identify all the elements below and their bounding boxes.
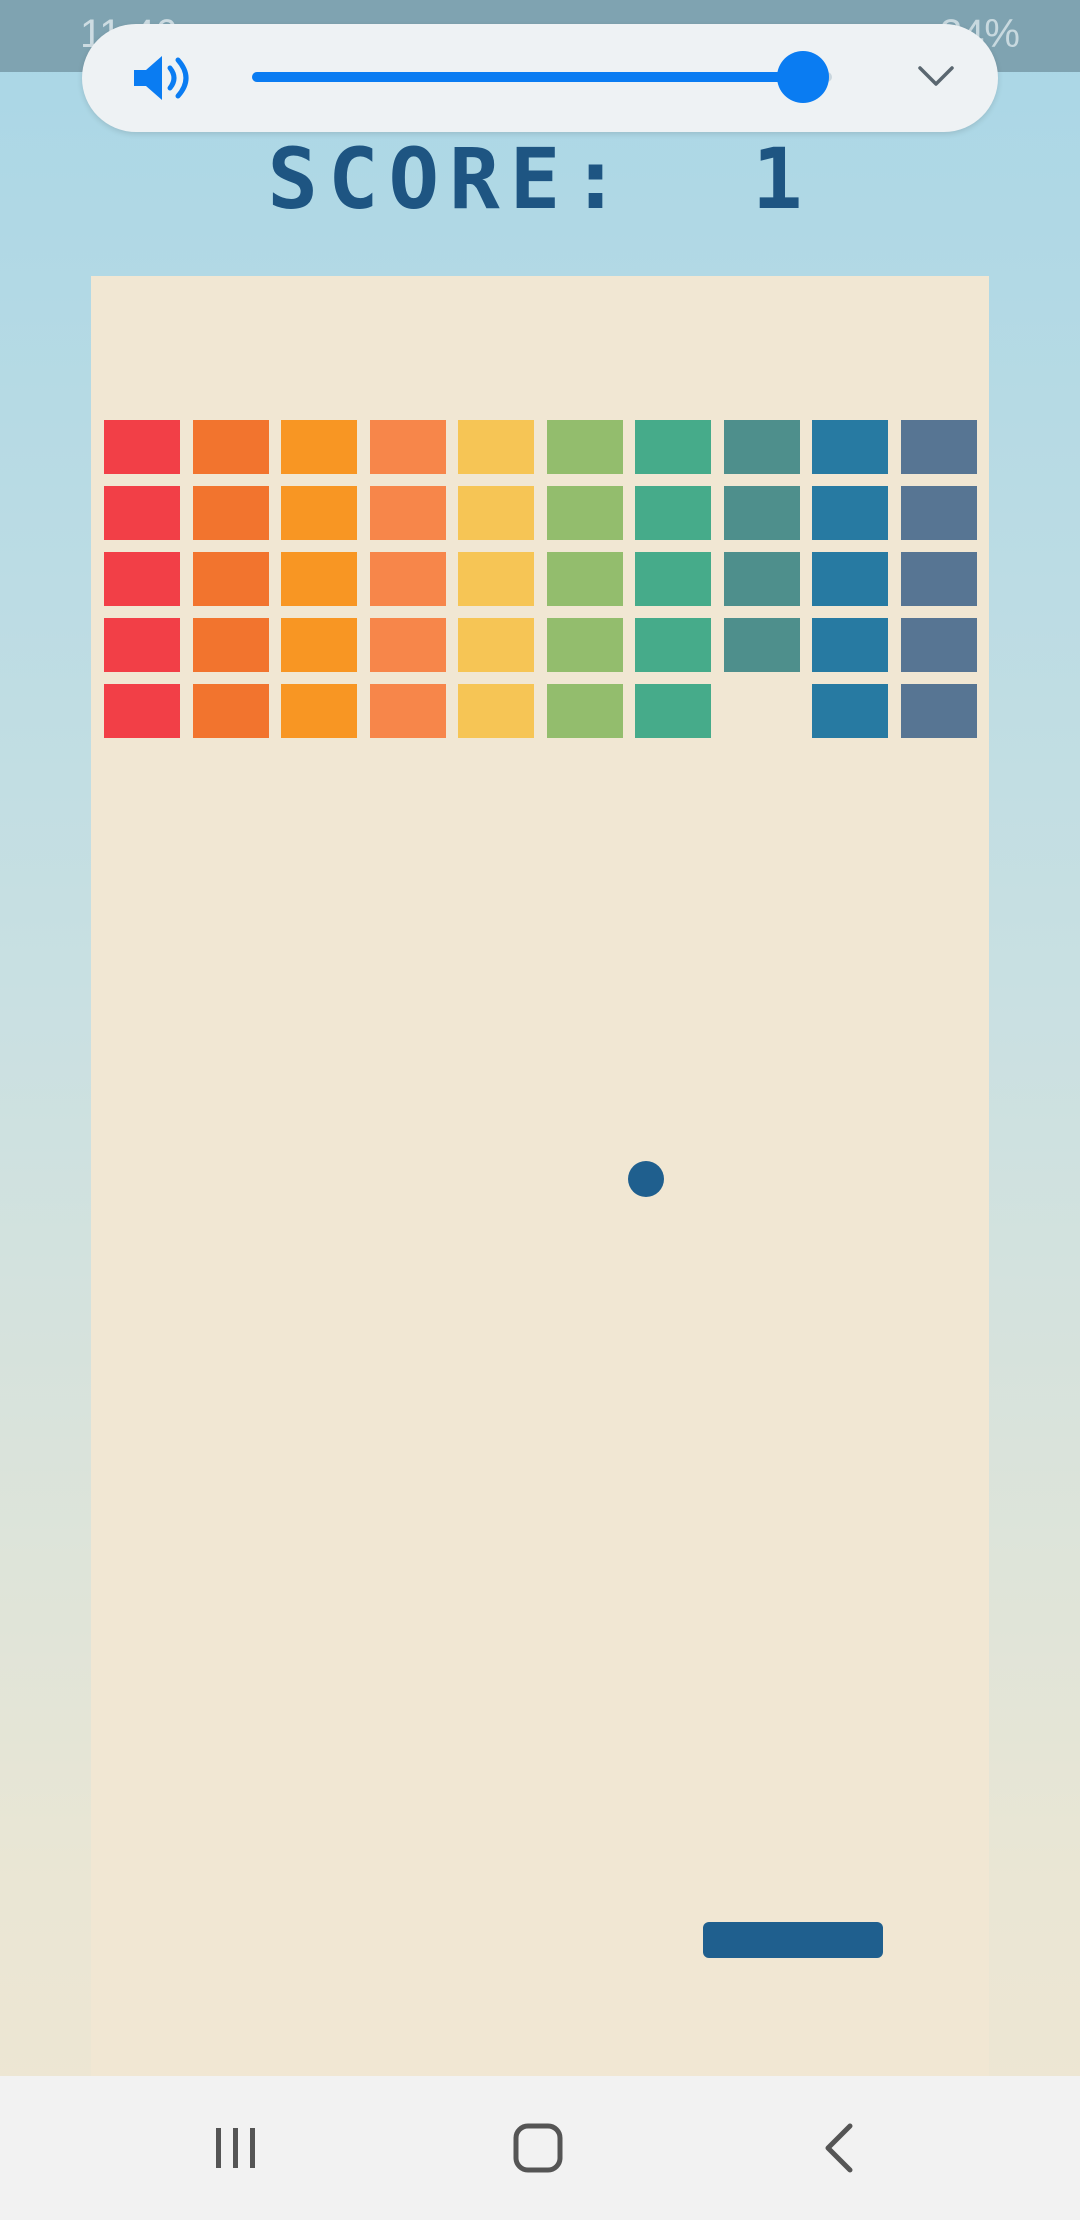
- brick: [635, 420, 711, 474]
- brick: [192, 486, 269, 540]
- brick: [635, 552, 711, 606]
- brick: [458, 486, 534, 540]
- brick: [369, 684, 446, 738]
- volume-slider[interactable]: [252, 51, 832, 103]
- volume-panel: [82, 24, 998, 132]
- brick: [546, 684, 623, 738]
- brick: [812, 486, 888, 540]
- brick: [192, 420, 269, 474]
- brick: [281, 618, 357, 672]
- speaker-icon[interactable]: [130, 52, 194, 104]
- score-value: 1: [752, 130, 813, 228]
- brick: [900, 552, 977, 606]
- brick: [723, 420, 800, 474]
- volume-slider-fill: [252, 72, 803, 82]
- brick: [546, 552, 623, 606]
- brick: [900, 486, 977, 540]
- brick: [546, 420, 623, 474]
- brick: [281, 552, 357, 606]
- brick: [369, 486, 446, 540]
- brick: [369, 552, 446, 606]
- brick: [546, 486, 623, 540]
- brick: [723, 552, 800, 606]
- navigation-bar: [0, 2076, 1080, 2220]
- ball: [628, 1161, 664, 1197]
- brick: [369, 618, 446, 672]
- brick: [192, 552, 269, 606]
- brick: [900, 618, 977, 672]
- brick: [281, 486, 357, 540]
- brick: [192, 684, 269, 738]
- brick: [369, 420, 446, 474]
- brick: [458, 618, 534, 672]
- recent-apps-icon[interactable]: [196, 2116, 276, 2180]
- score-display: SCORE: 1: [0, 130, 1080, 228]
- brick: [104, 684, 180, 738]
- brick: [812, 684, 888, 738]
- brick: [104, 618, 180, 672]
- brick: [192, 618, 269, 672]
- paddle[interactable]: [703, 1922, 883, 1958]
- score-label: SCORE:: [267, 130, 631, 228]
- brick: [812, 420, 888, 474]
- brick: [723, 486, 800, 540]
- brick: [546, 618, 623, 672]
- score-spacer: [631, 130, 752, 228]
- brick: [458, 552, 534, 606]
- game-board[interactable]: [91, 276, 989, 2076]
- brick: [281, 684, 357, 738]
- brick: [104, 486, 180, 540]
- brick: [723, 618, 800, 672]
- brick: [900, 684, 977, 738]
- brick: [281, 420, 357, 474]
- brick: [104, 420, 180, 474]
- brick: [812, 618, 888, 672]
- brick: [458, 420, 534, 474]
- brick: [812, 552, 888, 606]
- brick: [458, 684, 534, 738]
- brick: [635, 486, 711, 540]
- brick: [900, 420, 977, 474]
- home-icon[interactable]: [498, 2116, 578, 2180]
- brick: [635, 618, 711, 672]
- volume-slider-thumb[interactable]: [777, 51, 829, 103]
- brick: [104, 552, 180, 606]
- chevron-down-icon[interactable]: [914, 54, 958, 98]
- brick: [635, 684, 711, 738]
- back-icon[interactable]: [800, 2116, 880, 2180]
